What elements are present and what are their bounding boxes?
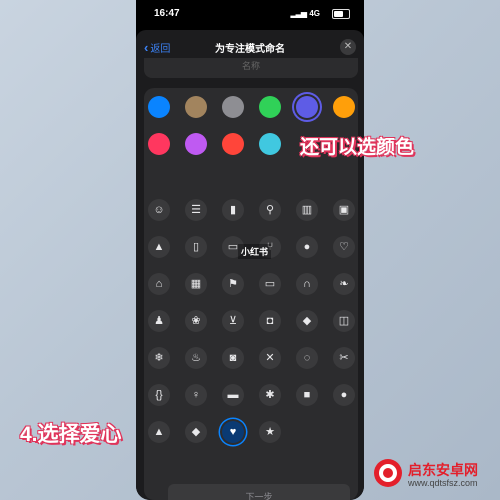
bank-icon[interactable]: ⚑ [222, 273, 244, 295]
heart-icon[interactable]: ♥ [222, 421, 244, 443]
document-icon[interactable]: ▯ [185, 236, 207, 258]
pills-icon[interactable]: ● [296, 236, 318, 258]
building-icon[interactable]: ▦ [185, 273, 207, 295]
color-swatch-blue[interactable] [148, 96, 170, 118]
cart-icon[interactable]: ⊻ [222, 310, 244, 332]
focus-name-sheet: ‹ 返回 为专注模式命名 ✕ 名称 ☺ ☰ ▮ ⚲ ▥ ▣ ▲ ▯ ▭ ⑂ ● ♡ ⌂ ▦ ⚑ ▭ ∩ ❧ ♟ ❀ ⊻ ◘ ◆… [136, 30, 364, 500]
name-input[interactable]: 名称 [144, 58, 358, 78]
site-logo-icon [374, 459, 402, 487]
site-name: 启东安卓网 [408, 462, 478, 478]
bookmark-icon[interactable]: ▮ [222, 199, 244, 221]
pin-icon[interactable]: ⚲ [259, 199, 281, 221]
triangle-icon[interactable]: ▲ [148, 421, 170, 443]
status-bar: 16:47 ▂▃▅ 4G [136, 0, 364, 26]
color-swatch-indigo[interactable] [296, 96, 318, 118]
tv-icon[interactable]: ▭ [259, 273, 281, 295]
leaf-icon[interactable]: ❧ [333, 273, 355, 295]
braces-icon[interactable]: {} [148, 384, 170, 406]
bag-icon[interactable]: ◘ [259, 310, 281, 332]
next-button[interactable]: 下一步 [168, 484, 350, 500]
game-controller-icon[interactable]: ◌ [296, 347, 318, 369]
house-icon[interactable]: ⌂ [148, 273, 170, 295]
person-icon[interactable]: ♟ [148, 310, 170, 332]
flame-icon[interactable]: ♨ [185, 347, 207, 369]
close-button[interactable]: ✕ [340, 39, 356, 55]
scissors-icon[interactable]: ✂ [333, 347, 355, 369]
page-title: 为专注模式命名 [215, 44, 285, 55]
square-icon[interactable]: ■ [296, 384, 318, 406]
train-icon[interactable]: ◫ [333, 310, 355, 332]
gift-icon[interactable]: ▣ [333, 199, 355, 221]
color-swatch-orange[interactable] [333, 96, 355, 118]
stethoscope-icon[interactable]: ♡ [333, 236, 355, 258]
lightbulb-icon[interactable]: ♀ [185, 384, 207, 406]
list-icon[interactable]: ☰ [185, 199, 207, 221]
briefcase-icon[interactable]: ◙ [222, 347, 244, 369]
paw-icon[interactable]: ❀ [185, 310, 207, 332]
color-swatch-teal[interactable] [259, 133, 281, 155]
headphones-icon[interactable]: ∩ [296, 273, 318, 295]
site-url: www.qdtsfsz.com [408, 478, 478, 488]
star-icon[interactable]: ★ [259, 421, 281, 443]
tools-icon[interactable]: ✕ [259, 347, 281, 369]
diamond-icon[interactable]: ◆ [185, 421, 207, 443]
graduation-cap-icon[interactable]: ▲ [148, 236, 170, 258]
asterisk-icon[interactable]: ✱ [259, 384, 281, 406]
color-swatch-red[interactable] [222, 133, 244, 155]
network-type: 4G [309, 9, 320, 18]
signal-icon: ▂▃▅ [290, 9, 308, 18]
color-swatch-green[interactable] [259, 96, 281, 118]
battery-icon [332, 9, 350, 19]
box-icon[interactable]: ◆ [296, 310, 318, 332]
status-time: 16:47 [154, 8, 180, 19]
color-swatch-purple[interactable] [185, 133, 207, 155]
snowflake-icon[interactable]: ❄ [148, 347, 170, 369]
color-swatch-gray[interactable] [222, 96, 244, 118]
books-icon[interactable]: ▥ [296, 199, 318, 221]
annotation-color-hint: 还可以选颜色 [300, 137, 415, 158]
xiaohongshu-watermark: 小红书 [238, 244, 272, 259]
annotation-step-hint: 4.选择爱心 [20, 423, 122, 446]
chat-bubble-icon[interactable]: ▬ [222, 384, 244, 406]
color-swatch-brown[interactable] [185, 96, 207, 118]
smiley-icon[interactable]: ☺ [148, 199, 170, 221]
color-swatch-pink[interactable] [148, 133, 170, 155]
circle-icon[interactable]: ● [333, 384, 355, 406]
